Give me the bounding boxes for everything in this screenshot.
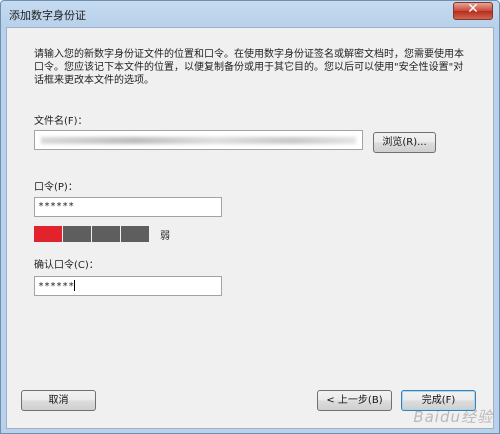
- text-caret: [74, 280, 76, 291]
- watermark: Baidu经验: [413, 408, 493, 426]
- close-button[interactable]: ✕: [453, 1, 493, 20]
- password-label: 口令(P)：: [34, 182, 78, 193]
- filename-redacted: [41, 137, 356, 144]
- dialog-window: 添加数字身份证 ✕ 请输入您的新数字身份证文件的位置和口令。在使用数字身份证签名…: [0, 0, 500, 434]
- filename-input[interactable]: [34, 130, 363, 150]
- strength-segment-2: [63, 226, 91, 242]
- strength-segment-1: [34, 226, 62, 242]
- instructions-text: 请输入您的新数字身份证文件的位置和口令。在使用数字身份证签名或解密文档时，您需要…: [34, 49, 464, 86]
- confirm-password-input[interactable]: ******: [34, 276, 222, 296]
- dialog-body: 请输入您的新数字身份证文件的位置和口令。在使用数字身份证签名或解密文档时，您需要…: [6, 27, 494, 429]
- strength-label: 弱: [160, 231, 170, 242]
- close-icon: ✕: [467, 1, 479, 17]
- window-title: 添加数字身份证: [9, 9, 86, 22]
- confirm-password-label: 确认口令(C)：: [34, 260, 99, 271]
- cancel-button[interactable]: 取消: [21, 390, 96, 411]
- back-button[interactable]: < 上一步(B): [317, 390, 392, 411]
- strength-segment-4: [121, 226, 149, 242]
- confirm-password-value: ******: [38, 281, 75, 292]
- password-value: ******: [38, 201, 75, 212]
- title-bar[interactable]: 添加数字身份证 ✕: [1, 1, 499, 27]
- password-input[interactable]: ******: [34, 197, 222, 217]
- strength-segment-3: [92, 226, 120, 242]
- filename-label: 文件名(F)：: [34, 116, 88, 127]
- browse-button[interactable]: 浏览(R)...: [373, 132, 436, 153]
